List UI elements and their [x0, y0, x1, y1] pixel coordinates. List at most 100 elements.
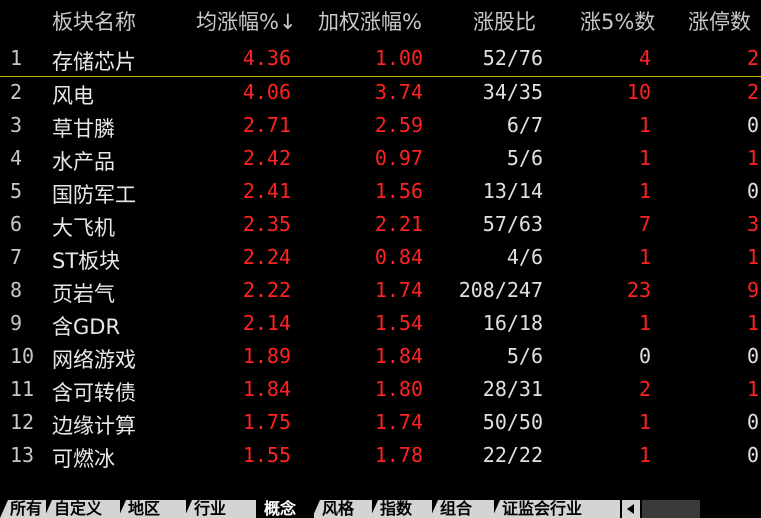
table-row[interactable]: 9 含GDR 2.14 1.54 16/18 1 1: [0, 308, 761, 341]
avg-change: 2.41: [242, 179, 291, 203]
row-index: 6: [10, 212, 23, 236]
weighted-change: 2.21: [374, 212, 423, 236]
tab-2[interactable]: 地区: [118, 500, 186, 518]
avg-change: 2.24: [242, 245, 291, 269]
tab-scrollbar[interactable]: [642, 500, 700, 518]
col-header-up5-count[interactable]: 涨5%数: [580, 6, 655, 36]
up5-count: 1: [638, 245, 651, 269]
row-index: 10: [10, 344, 35, 368]
table-row[interactable]: 6 大飞机 2.35 2.21 57/63 7 3: [0, 209, 761, 242]
avg-change: 4.06: [242, 80, 291, 104]
avg-change: 1.84: [242, 377, 291, 401]
sector-name: 可燃冰: [52, 447, 115, 471]
row-index: 4: [10, 146, 23, 170]
tab-8[interactable]: 证监会行业: [492, 500, 620, 518]
avg-change: 2.42: [242, 146, 291, 170]
weighted-change: 1.80: [374, 377, 423, 401]
sector-table: 1 存储芯片 4.36 1.00 52/76 4 2 2 风电 4.06 3.74 34/35 10 2 3…: [0, 43, 761, 473]
up5-count: 23: [626, 278, 651, 302]
weighted-change: 2.59: [374, 113, 423, 137]
limit-up-count: 0: [746, 410, 759, 434]
limit-up-count: 3: [746, 212, 759, 236]
up5-count: 1: [638, 311, 651, 335]
col-header-name[interactable]: 板块名称: [52, 6, 136, 36]
tab-6[interactable]: 指数: [370, 500, 432, 518]
up-ratio: 6/7: [506, 113, 543, 137]
avg-change: 4.36: [242, 46, 291, 70]
avg-change: 1.75: [242, 410, 291, 434]
table-row[interactable]: 2 风电 4.06 3.74 34/35 10 2: [0, 77, 761, 110]
up-ratio: 13/14: [482, 179, 543, 203]
weighted-change: 1.84: [374, 344, 423, 368]
table-row[interactable]: 11 含可转债 1.84 1.80 28/31 2 1: [0, 374, 761, 407]
avg-change: 2.35: [242, 212, 291, 236]
up-ratio: 52/76: [482, 46, 543, 70]
up-ratio: 208/247: [458, 278, 543, 302]
tab-4[interactable]: 概念: [254, 500, 314, 518]
limit-up-count: 1: [746, 245, 759, 269]
limit-up-count: 1: [746, 146, 759, 170]
up5-count: 1: [638, 113, 651, 137]
tab-0[interactable]: 所有: [0, 500, 46, 518]
table-row[interactable]: 8 页岩气 2.22 1.74 208/247 23 9: [0, 275, 761, 308]
sector-name: 含可转债: [52, 381, 136, 405]
table-row[interactable]: 3 草甘膦 2.71 2.59 6/7 1 0: [0, 110, 761, 143]
tab-5[interactable]: 风格: [312, 500, 372, 518]
up-ratio: 34/35: [482, 80, 543, 104]
avg-change: 2.14: [242, 311, 291, 335]
limit-up-count: 2: [746, 80, 759, 104]
sector-name: 页岩气: [52, 282, 115, 306]
sector-name: 含GDR: [52, 315, 121, 339]
col-header-weighted-change[interactable]: 加权涨幅%: [318, 6, 422, 36]
up5-count: 1: [638, 410, 651, 434]
weighted-change: 0.84: [374, 245, 423, 269]
row-index: 5: [10, 179, 23, 203]
sector-name: 边缘计算: [52, 414, 136, 438]
row-index: 7: [10, 245, 23, 269]
avg-change: 1.89: [242, 344, 291, 368]
table-row[interactable]: 10 网络游戏 1.89 1.84 5/6 0 0: [0, 341, 761, 374]
limit-up-count: 1: [746, 377, 759, 401]
row-index: 9: [10, 311, 23, 335]
category-tab-bar: 证监会行业 组合 指数 风格 概念 行业 地区 自定义 所有: [0, 498, 761, 518]
avg-change: 2.71: [242, 113, 291, 137]
up5-count: 1: [638, 146, 651, 170]
weighted-change: 1.54: [374, 311, 423, 335]
limit-up-count: 0: [746, 344, 759, 368]
col-header-avg-change[interactable]: 均涨幅%↓: [196, 6, 297, 36]
table-row[interactable]: 4 水产品 2.42 0.97 5/6 1 1: [0, 143, 761, 176]
table-row[interactable]: 7 ST板块 2.24 0.84 4/6 1 1: [0, 242, 761, 275]
tab-3[interactable]: 行业: [184, 500, 256, 518]
limit-up-count: 0: [746, 113, 759, 137]
table-row[interactable]: 12 边缘计算 1.75 1.74 50/50 1 0: [0, 407, 761, 440]
avg-change: 1.55: [242, 443, 291, 467]
row-index: 3: [10, 113, 23, 137]
limit-up-count: 2: [746, 46, 759, 70]
up-ratio: 22/22: [482, 443, 543, 467]
table-row[interactable]: 1 存储芯片 4.36 1.00 52/76 4 2: [0, 43, 761, 77]
table-row[interactable]: 13 可燃冰 1.55 1.78 22/22 1 0: [0, 440, 761, 473]
tab-7[interactable]: 组合: [430, 500, 494, 518]
tab-scroll-left-button[interactable]: [622, 500, 640, 518]
tab-1[interactable]: 自定义: [44, 500, 120, 518]
sector-name: 草甘膦: [52, 117, 115, 141]
row-index: 1: [10, 46, 23, 70]
column-header: 板块名称 均涨幅%↓ 加权涨幅% 涨股比 涨5%数 涨停数: [0, 0, 761, 38]
up-ratio: 28/31: [482, 377, 543, 401]
row-index: 2: [10, 80, 23, 104]
table-row[interactable]: 5 国防军工 2.41 1.56 13/14 1 0: [0, 176, 761, 209]
up5-count: 1: [638, 443, 651, 467]
up5-count: 2: [638, 377, 651, 401]
sort-desc-icon: ↓: [278, 10, 297, 34]
row-index: 13: [10, 443, 35, 467]
col-header-up-ratio[interactable]: 涨股比: [473, 6, 536, 36]
sector-name: 风电: [52, 84, 94, 108]
up5-count: 1: [638, 179, 651, 203]
up5-count: 10: [626, 80, 651, 104]
up-ratio: 57/63: [482, 212, 543, 236]
weighted-change: 1.56: [374, 179, 423, 203]
col-header-limit-up-count[interactable]: 涨停数: [688, 6, 751, 36]
sector-name: 水产品: [52, 150, 115, 174]
up5-count: 7: [638, 212, 651, 236]
row-index: 12: [10, 410, 35, 434]
